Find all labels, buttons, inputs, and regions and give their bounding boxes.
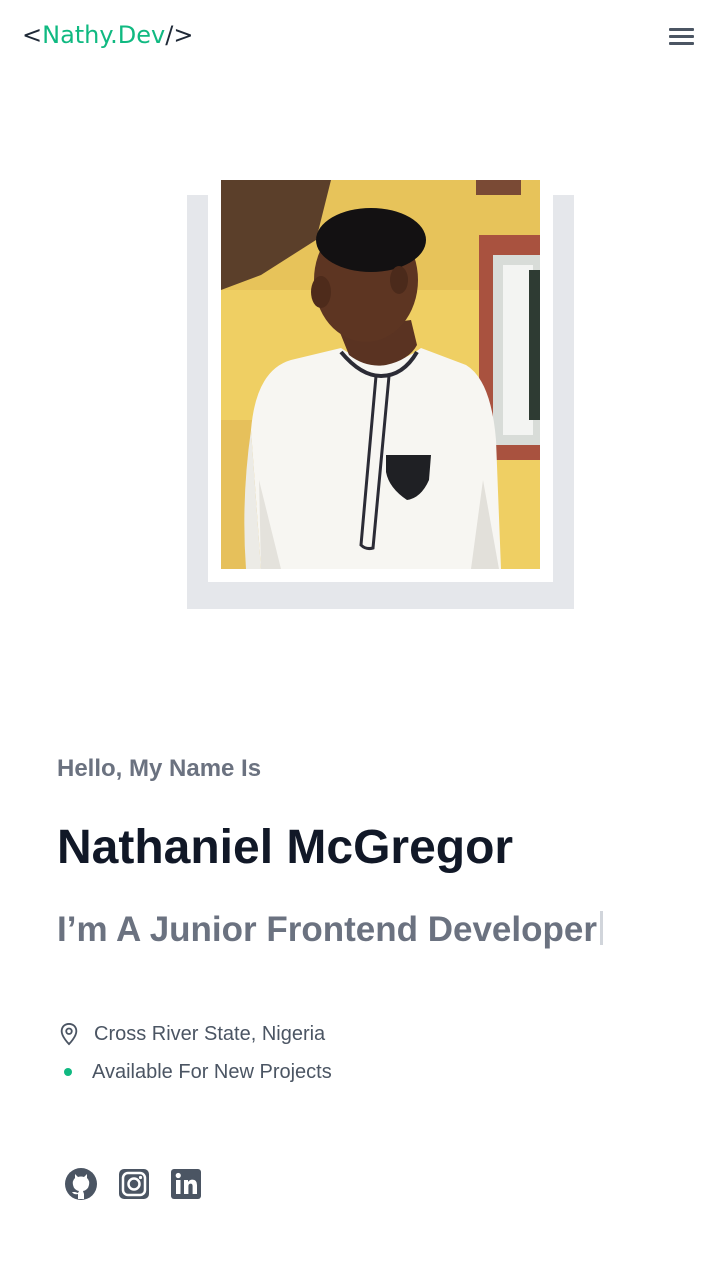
instagram-icon[interactable] (116, 1166, 152, 1202)
profile-photo (221, 180, 540, 569)
role-text: I’m A Junior Frontend Developer (57, 910, 597, 949)
menu-line (669, 28, 694, 31)
typing-caret (599, 911, 603, 945)
availability-text: Available For New Projects (92, 1060, 332, 1083)
menu-line (669, 35, 694, 38)
greeting-text: Hello, My Name Is (57, 755, 262, 782)
location-text: Cross River State, Nigeria (94, 1022, 326, 1045)
map-pin-icon (60, 1022, 78, 1046)
linkedin-icon[interactable] (168, 1166, 204, 1202)
hamburger-menu-icon[interactable] (662, 22, 700, 52)
logo-close-bracket: /> (165, 21, 194, 49)
location-row: Cross River State, Nigeria (58, 1020, 325, 1048)
logo-open-bracket: < (22, 21, 43, 49)
logo-name: Nathy.Dev (42, 21, 166, 49)
site-header: <Nathy.Dev/> (0, 0, 720, 72)
hero-name: Nathaniel McGregor (57, 821, 514, 874)
availability-dot (64, 1068, 72, 1076)
hero-role: I’m A Junior Frontend Developer (57, 908, 603, 952)
site-logo[interactable]: <Nathy.Dev/> (22, 20, 193, 50)
availability-row: Available For New Projects (58, 1058, 332, 1086)
github-icon[interactable] (63, 1166, 99, 1202)
menu-line (669, 42, 694, 45)
